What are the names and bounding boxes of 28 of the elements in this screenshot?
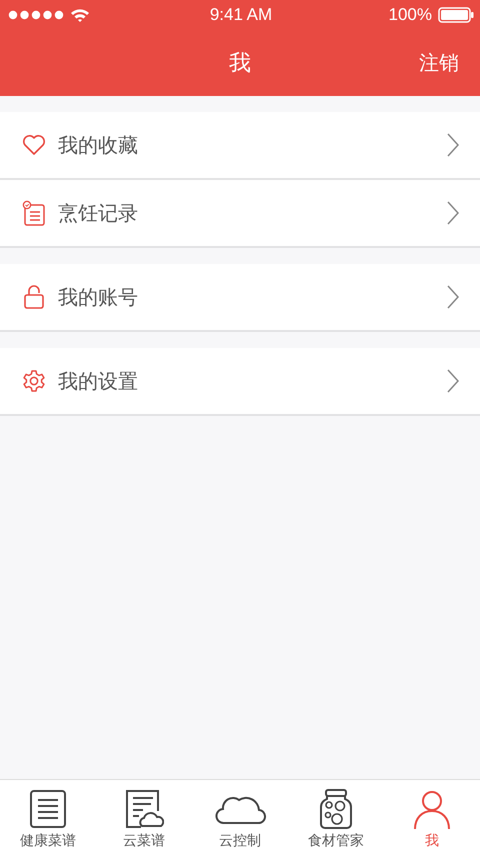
signal-icon [8, 10, 64, 20]
lock-icon [22, 284, 46, 310]
tab-bar-item[interactable]: 健康菜谱 [0, 780, 96, 854]
chevron-right-icon [447, 369, 459, 393]
chevron-right-icon [447, 285, 459, 309]
checklist-icon [22, 200, 46, 226]
battery-icon [438, 7, 474, 23]
jar-icon [319, 789, 353, 829]
battery-percentage: 100% [388, 5, 432, 25]
settings-icon [22, 369, 46, 393]
tab-bar-item[interactable]: 云菜谱 [96, 780, 192, 854]
heart-icon [22, 134, 46, 156]
menu-item[interactable]: 我的设置 [0, 348, 480, 414]
chevron-right-icon [447, 133, 459, 157]
person-icon [412, 789, 452, 829]
tab-bar-item[interactable]: 云控制 [192, 780, 288, 854]
tab-bar-item[interactable]: 食材管家 [288, 780, 384, 854]
menu-item[interactable]: 我的收藏 [0, 112, 480, 178]
menu-item[interactable]: 烹饪记录 [0, 178, 480, 246]
status-time: 9:41 AM [210, 5, 272, 25]
chevron-right-icon [447, 201, 459, 225]
tab-bar-item[interactable]: 我 [384, 780, 480, 854]
menu-item[interactable]: 我的账号 [0, 264, 480, 330]
document-cloud-icon [124, 789, 164, 829]
page-title: 我 [229, 50, 251, 78]
list-icon [28, 789, 68, 829]
wifi-icon [70, 8, 90, 22]
logout-button[interactable]: 注销 [419, 50, 459, 76]
